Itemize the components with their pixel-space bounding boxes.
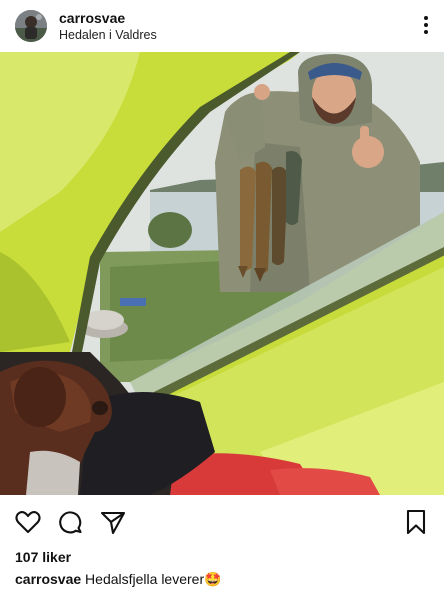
bookmark-outline-icon — [406, 509, 426, 535]
save-button[interactable] — [402, 508, 430, 536]
comment-button[interactable] — [56, 508, 84, 536]
likes-count[interactable]: 107 liker — [15, 549, 71, 565]
photo-illustration — [0, 52, 444, 495]
more-vertical-icon — [424, 16, 428, 34]
post-caption: carrosvae Hedalsfjella leverer🤩 — [15, 571, 222, 587]
caption-username[interactable]: carrosvae — [15, 571, 81, 587]
post-photo[interactable] — [0, 52, 444, 495]
post-location[interactable]: Hedalen i Valdres — [59, 28, 157, 42]
post-actions — [0, 495, 444, 547]
caption-text: Hedalsfjella leverer🤩 — [81, 571, 222, 587]
like-button[interactable] — [14, 508, 42, 536]
comment-bubble-icon — [59, 511, 82, 534]
post-username[interactable]: carrosvae — [59, 11, 125, 25]
share-button[interactable] — [99, 508, 127, 536]
avatar[interactable] — [15, 10, 47, 42]
paper-plane-icon — [100, 511, 126, 535]
more-options-button[interactable] — [422, 14, 430, 36]
heart-outline-icon — [15, 510, 41, 534]
avatar-image — [15, 10, 47, 42]
post-header: carrosvae Hedalen i Valdres — [0, 0, 444, 52]
